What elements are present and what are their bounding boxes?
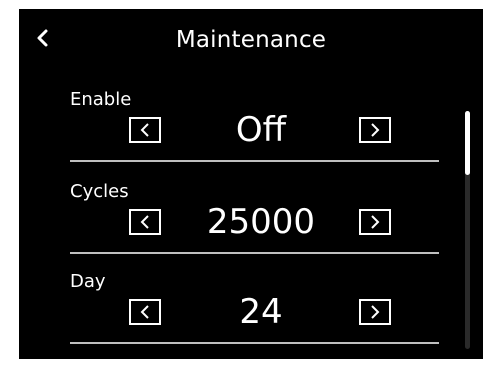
setting-value-enable: Off	[235, 110, 287, 150]
setting-row-day: Day 24	[70, 269, 439, 349]
day-increment-button[interactable]	[359, 299, 391, 325]
setting-label-day: Day	[70, 271, 106, 292]
setting-row-cycles: Cycles 25000	[70, 179, 439, 259]
row-divider	[70, 160, 439, 162]
enable-decrement-button[interactable]	[129, 117, 161, 143]
setting-row-enable: Enable Off	[70, 87, 439, 167]
page-title: Maintenance	[175, 27, 327, 53]
setting-value-day: 24	[239, 292, 283, 332]
scrollbar-thumb[interactable]	[465, 111, 470, 175]
setting-label-enable: Enable	[70, 89, 132, 110]
chevron-left-icon	[140, 305, 149, 319]
cycles-decrement-button[interactable]	[129, 209, 161, 235]
vertical-scrollbar[interactable]	[465, 111, 470, 349]
row-divider	[70, 252, 439, 254]
chevron-right-icon	[371, 305, 380, 319]
row-divider	[70, 342, 439, 344]
day-decrement-button[interactable]	[129, 299, 161, 325]
setting-label-cycles: Cycles	[70, 181, 129, 202]
enable-increment-button[interactable]	[359, 117, 391, 143]
cycles-increment-button[interactable]	[359, 209, 391, 235]
maintenance-screen: Maintenance Enable Off Cycles 25000 Day …	[19, 9, 483, 359]
chevron-left-icon	[140, 123, 149, 137]
chevron-right-icon	[371, 123, 380, 137]
chevron-right-icon	[371, 215, 380, 229]
chevron-left-icon	[140, 215, 149, 229]
setting-value-cycles: 25000	[206, 202, 316, 242]
